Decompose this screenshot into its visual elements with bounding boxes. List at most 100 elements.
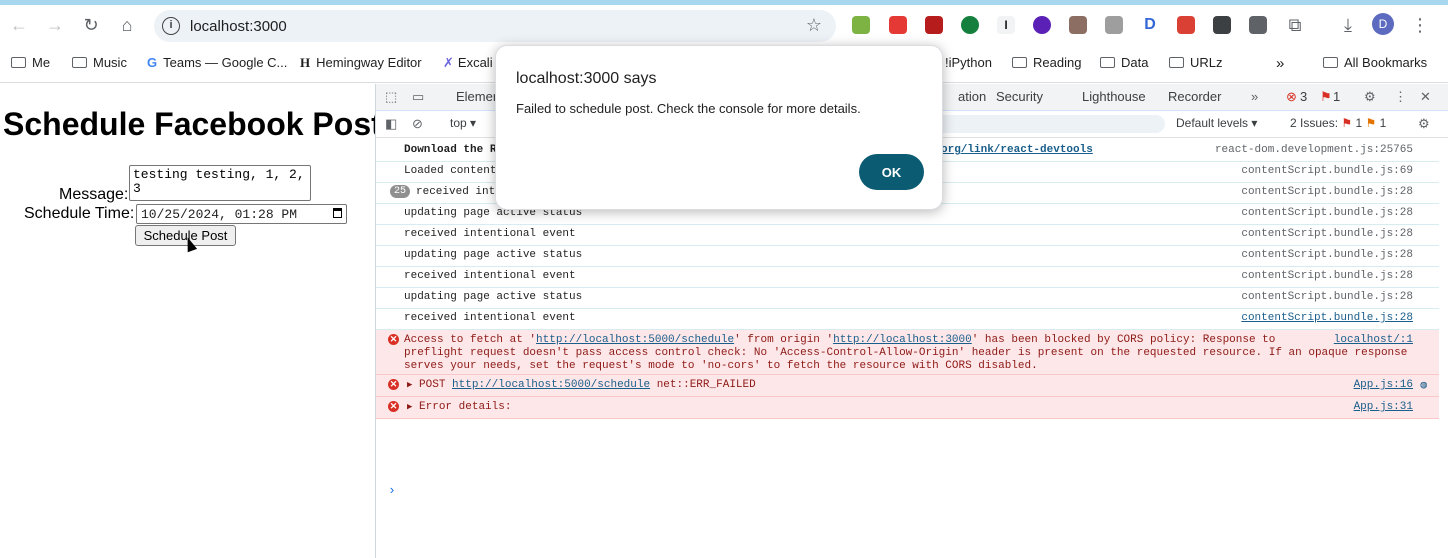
log-source[interactable]: App.js:16	[1354, 379, 1413, 391]
folder-icon	[1100, 57, 1115, 68]
profile-avatar[interactable]: D	[1372, 13, 1394, 35]
schedule-time-label: Schedule Time:	[24, 205, 135, 222]
tab-lighthouse[interactable]: Lighthouse	[1082, 89, 1146, 104]
bookmark-music[interactable]: Music	[72, 55, 127, 70]
devtools-menu-icon[interactable]: ⋮	[1394, 89, 1407, 105]
tab-application[interactable]: ation	[958, 89, 986, 104]
bookmarks-overflow-icon[interactable]: »	[1276, 55, 1284, 72]
bookmark-reading[interactable]: Reading	[1012, 55, 1081, 70]
cors-error-message: Access to fetch at 'http://localhost:500…	[404, 334, 1408, 372]
react-devtools-link[interactable]: org/link/react-devtools	[941, 144, 1093, 156]
log-source[interactable]: contentScript.bundle.js:28	[1241, 312, 1413, 324]
address-bar[interactable]: i localhost:3000 ☆	[154, 10, 836, 42]
download-icon[interactable]: ⤓	[1336, 13, 1360, 37]
bookmark-teams[interactable]: G Teams — Google C...	[147, 55, 287, 70]
calendar-icon[interactable]	[333, 208, 342, 218]
excalidraw-icon: ✗	[443, 55, 454, 70]
log-source[interactable]: contentScript.bundle.js:28	[1241, 207, 1413, 219]
alert-dialog: localhost:3000 says Failed to schedule p…	[495, 45, 943, 210]
folder-icon	[1012, 57, 1027, 68]
inspect-element-icon[interactable]: ⬚	[385, 89, 397, 105]
extension-i-icon[interactable]: I	[997, 16, 1015, 34]
log-source[interactable]: contentScript.bundle.js:28	[1241, 270, 1413, 282]
issue-error-icon: ⚑	[1341, 116, 1353, 130]
bookmark-star-icon[interactable]: ☆	[806, 15, 822, 36]
fetch-url-link[interactable]: http://localhost:5000/schedule	[536, 334, 734, 346]
console-filter-input[interactable]	[931, 115, 1165, 133]
console-prompt-icon[interactable]: ›	[388, 483, 396, 498]
menu-kebab-icon[interactable]: ⋮	[1408, 13, 1432, 37]
log-source[interactable]: contentScript.bundle.js:28	[1241, 228, 1413, 240]
network-globe-icon[interactable]: ◍	[1420, 378, 1427, 392]
post-error-row[interactable]: ✕ ▶ POST http://localhost:5000/schedule …	[376, 375, 1439, 397]
more-tabs-icon[interactable]: »	[1251, 89, 1258, 104]
extension-check-icon[interactable]	[1213, 16, 1231, 34]
sidebar-toggle-icon[interactable]: ◧	[385, 116, 397, 132]
dialog-message: Failed to schedule post. Check the conso…	[516, 101, 861, 116]
tab-security[interactable]: Security	[996, 89, 1043, 104]
error-details-row[interactable]: ✕ ▶ Error details: App.js:31	[376, 397, 1439, 419]
error-count-icon[interactable]: ⊗	[1286, 89, 1297, 105]
device-toolbar-icon[interactable]: ▭	[412, 89, 424, 105]
page-title: Schedule Facebook Post	[3, 106, 382, 142]
extension-frog-icon[interactable]	[852, 16, 870, 34]
context-selector[interactable]: top ▾	[450, 116, 476, 130]
ok-button[interactable]: OK	[859, 154, 924, 190]
extensions-puzzle-icon[interactable]: ⧉	[1283, 13, 1307, 37]
forward-icon[interactable]: →	[43, 13, 67, 37]
log-row: updating page active status contentScrip…	[376, 245, 1439, 267]
extension-dots-icon[interactable]	[925, 16, 943, 34]
log-source[interactable]: contentScript.bundle.js:28	[1241, 186, 1413, 198]
extension-grid-icon[interactable]	[1105, 16, 1123, 34]
extension-todoist-icon[interactable]	[1177, 16, 1195, 34]
schedule-time-input[interactable]: 10/25/2024, 01:28 PM	[136, 204, 347, 224]
bookmark-data[interactable]: Data	[1100, 55, 1148, 70]
log-source[interactable]: App.js:31	[1354, 401, 1413, 413]
expand-triangle-icon[interactable]: ▶	[407, 380, 412, 390]
message-textarea[interactable]	[129, 165, 311, 201]
log-source[interactable]: contentScript.bundle.js:69	[1241, 165, 1413, 177]
extension-books-icon[interactable]	[1069, 16, 1087, 34]
reload-icon[interactable]: ↻	[79, 13, 103, 37]
error-count[interactable]: 3	[1300, 89, 1307, 104]
url-text[interactable]: localhost:3000	[190, 18, 287, 35]
site-info-icon[interactable]: i	[162, 17, 180, 35]
origin-url-link[interactable]: http://localhost:3000	[833, 334, 972, 346]
folder-icon	[11, 57, 26, 68]
issues-link[interactable]: 2 Issues: ⚑ 1 ⚑ 1	[1290, 116, 1386, 130]
error-icon: ✕	[388, 379, 399, 390]
back-icon[interactable]: ←	[7, 13, 31, 37]
expand-triangle-icon[interactable]: ▶	[407, 402, 412, 412]
log-source[interactable]: contentScript.bundle.js:28	[1241, 291, 1413, 303]
bookmark-urlz[interactable]: URLz	[1169, 55, 1223, 70]
log-row: received intentional event contentScript…	[376, 308, 1439, 330]
log-row: received intentional event contentScript…	[376, 266, 1439, 288]
bookmark-all[interactable]: All Bookmarks	[1323, 55, 1427, 70]
bookmark-excalidraw[interactable]: ✗ Excali	[443, 55, 493, 71]
bookmark-hemingway[interactable]: H Hemingway Editor	[300, 55, 422, 71]
close-devtools-icon[interactable]: ✕	[1420, 89, 1431, 105]
message-label: Message:	[59, 186, 129, 203]
repeat-count-badge: 25	[390, 185, 411, 198]
bookmark-ipython[interactable]: !iPython	[945, 55, 992, 70]
extension-purple-icon[interactable]	[1033, 16, 1051, 34]
extension-d-icon[interactable]: D	[1141, 16, 1159, 34]
bookmark-me[interactable]: Me	[11, 55, 50, 70]
log-levels-dropdown[interactable]: Default levels ▾	[1176, 116, 1257, 130]
tab-elements[interactable]: Elemen	[456, 89, 500, 104]
settings-gear-icon[interactable]: ⚙	[1364, 89, 1376, 105]
log-source[interactable]: contentScript.bundle.js:28	[1241, 249, 1413, 261]
extension-media-icon[interactable]	[1249, 16, 1267, 34]
log-source[interactable]: react-dom.development.js:25765	[1215, 144, 1413, 156]
post-url-link[interactable]: http://localhost:5000/schedule	[452, 379, 650, 391]
clear-console-icon[interactable]: ⊘	[412, 116, 423, 132]
log-source[interactable]: localhost/:1	[1334, 334, 1413, 346]
schedule-time-value: 10/25/2024, 01:28 PM	[141, 207, 298, 222]
tab-recorder[interactable]: Recorder	[1168, 89, 1221, 104]
home-icon[interactable]: ⌂	[115, 13, 139, 37]
issue-flag-icon[interactable]: ⚑	[1320, 89, 1332, 105]
issue-flag-count[interactable]: 1	[1333, 89, 1340, 104]
extension-grammarly-icon[interactable]	[961, 16, 979, 34]
extension-news-icon[interactable]	[889, 16, 907, 34]
console-settings-icon[interactable]: ⚙	[1418, 116, 1430, 132]
